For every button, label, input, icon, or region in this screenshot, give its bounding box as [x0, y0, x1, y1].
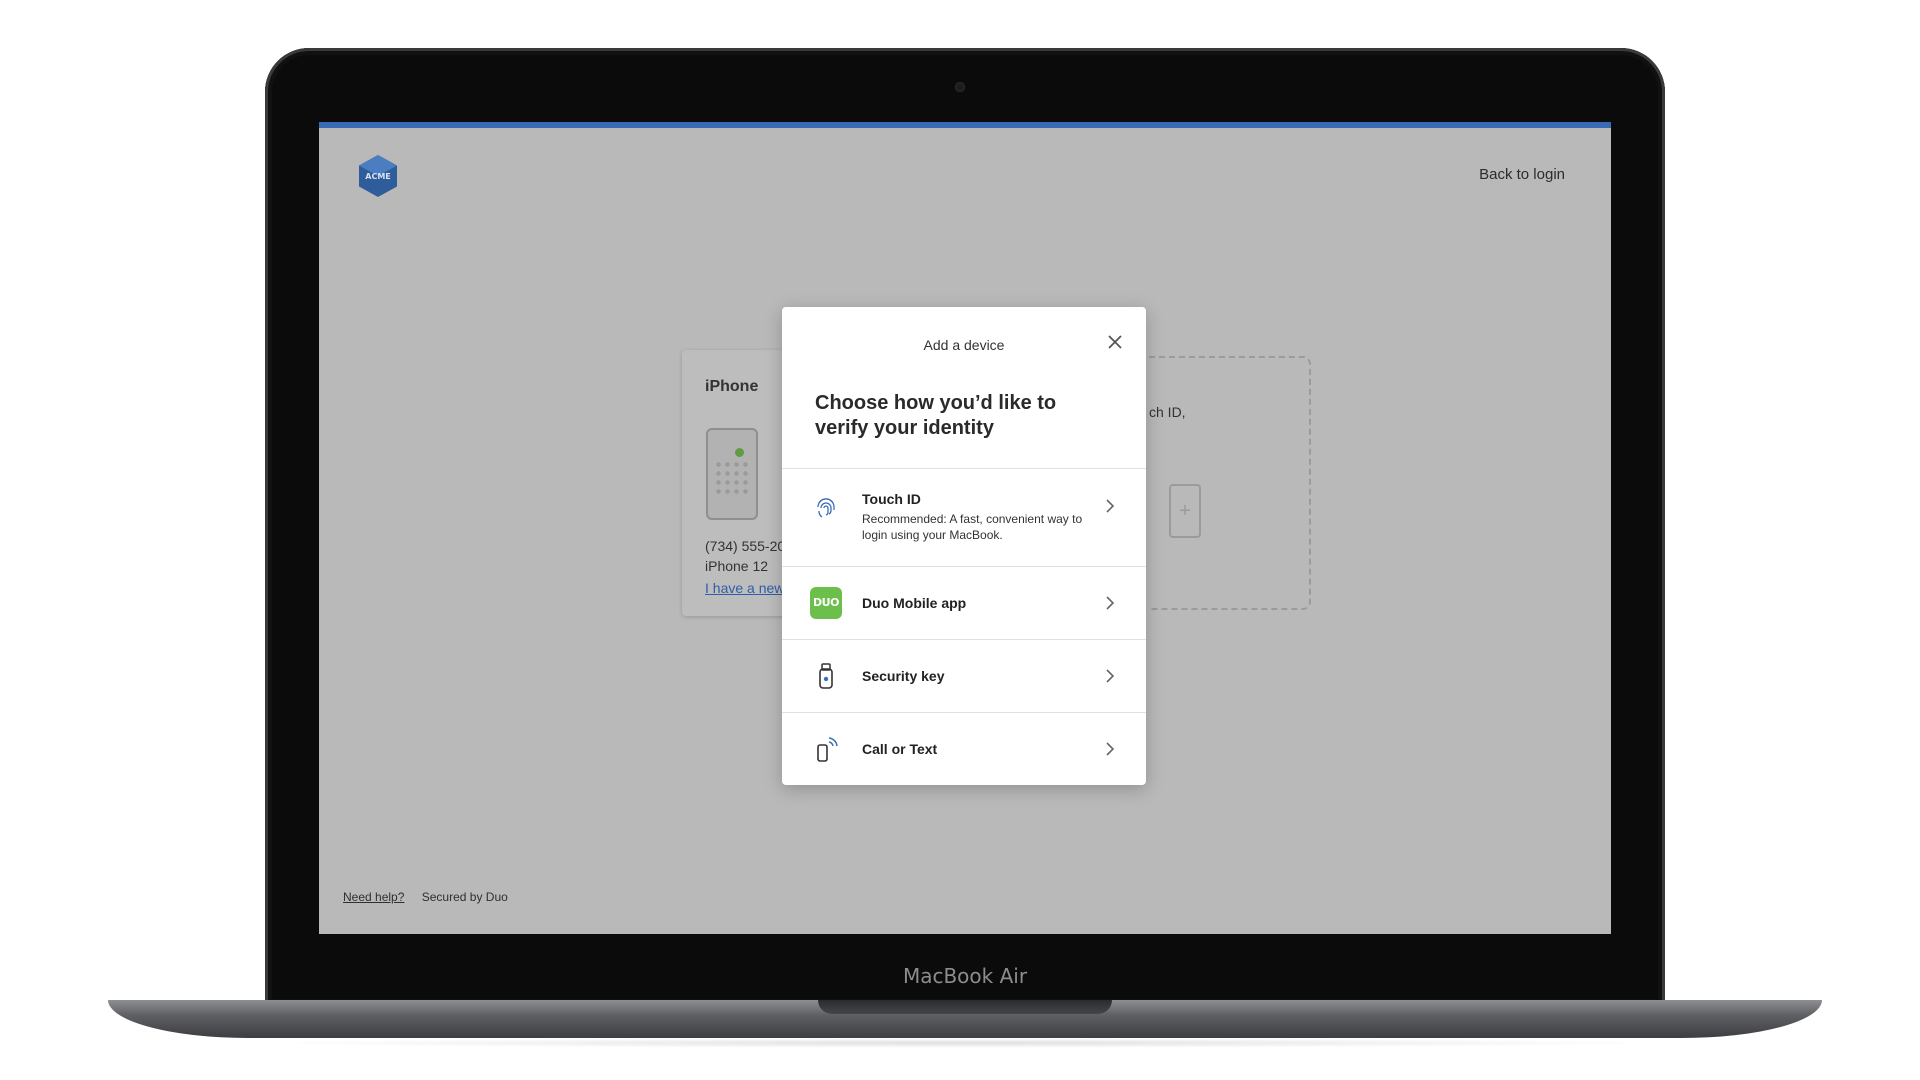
modal-title: Add a device	[923, 337, 1005, 353]
new-phone-link[interactable]: I have a new	[705, 580, 784, 596]
option-touch-id[interactable]: Touch ID Recommended: A fast, convenient…	[782, 468, 1146, 566]
footer: Need help? Secured by Duo	[343, 890, 508, 904]
verification-options: Touch ID Recommended: A fast, convenient…	[782, 468, 1146, 785]
close-icon[interactable]	[1106, 333, 1124, 351]
screen: ACME Back to login iPhone (734) 555-20 i…	[319, 122, 1611, 934]
duo-icon: DUO	[810, 587, 842, 619]
option-title: Call or Text	[862, 741, 938, 757]
option-description: Recommended: A fast, convenient way to l…	[862, 512, 1083, 542]
chevron-right-icon	[1106, 499, 1115, 513]
fingerprint-icon	[817, 498, 835, 518]
chevron-right-icon	[1106, 742, 1115, 756]
plus-icon: +	[1169, 484, 1201, 538]
secured-by-text: Secured by Duo	[421, 890, 508, 904]
laptop-shadow	[250, 1038, 1670, 1048]
chevron-right-icon	[1106, 596, 1115, 610]
option-title: Security key	[862, 668, 945, 684]
laptop-base-notch	[818, 1000, 1112, 1014]
option-security-key[interactable]: Security key	[782, 639, 1146, 712]
app-dot	[735, 448, 744, 457]
option-title: Touch ID	[862, 491, 921, 507]
option-title: Duo Mobile app	[862, 595, 967, 611]
device-card-title: iPhone	[705, 378, 759, 395]
app-grid	[714, 460, 750, 494]
top-accent-bar	[319, 122, 1611, 128]
add-device-modal: Add a device Choose how you’d like to ve…	[782, 307, 1146, 785]
modal-heading: Choose how you’d like to verify your ide…	[815, 392, 1057, 439]
option-duo-mobile[interactable]: DUO Duo Mobile app	[782, 566, 1146, 639]
back-to-login-link[interactable]: Back to login	[1479, 166, 1565, 183]
option-call-or-text[interactable]: Call or Text	[782, 712, 1146, 785]
device-label: MacBook Air	[902, 964, 1028, 988]
device-model: iPhone 12	[705, 558, 769, 574]
phone-illustration-icon	[706, 428, 758, 520]
add-device-card-text: ch ID,	[1149, 404, 1186, 420]
phone-signal-icon	[817, 737, 838, 762]
need-help-link[interactable]: Need help?	[343, 890, 404, 904]
acme-logo: ACME	[359, 155, 397, 197]
logo-text: ACME	[365, 172, 391, 181]
security-key-icon	[819, 663, 833, 689]
add-device-card: ch ID, +	[1149, 356, 1311, 610]
camera	[955, 82, 965, 92]
chevron-right-icon	[1106, 669, 1115, 683]
phone-number: (734) 555-20	[705, 538, 786, 554]
